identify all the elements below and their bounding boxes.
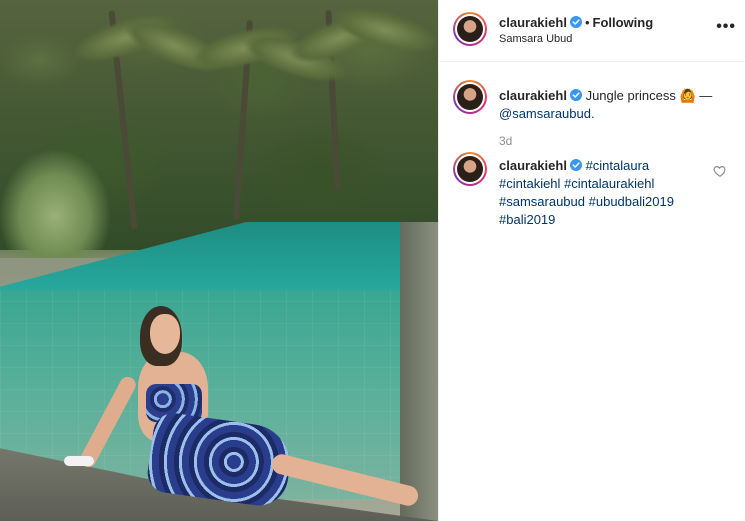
avatar-image — [457, 16, 483, 42]
comment-username[interactable]: claurakiehl — [499, 158, 567, 173]
post-header: claurakiehl • Following Samsara Ubud ••• — [439, 0, 745, 62]
hashtag-link[interactable]: #cintakiehl — [499, 176, 560, 191]
author-avatar[interactable] — [453, 12, 487, 46]
avatar-ring-inner — [455, 82, 485, 112]
caption-username[interactable]: claurakiehl — [499, 88, 567, 103]
avatar-image — [457, 156, 483, 182]
caption-timestamp[interactable]: 3d — [499, 134, 512, 148]
pool-edge — [400, 222, 438, 521]
hashtag-link[interactable]: #bali2019 — [499, 212, 555, 227]
separator-dot: • — [584, 15, 590, 30]
hashtag-link[interactable]: #samsaraubud — [499, 194, 585, 209]
tropical-plant — [0, 150, 110, 260]
header-line: claurakiehl • Following — [499, 15, 653, 30]
post-sidebar: claurakiehl • Following Samsara Ubud ••• c… — [438, 0, 745, 521]
location-link[interactable]: Samsara Ubud — [499, 33, 572, 45]
verified-badge-icon — [569, 159, 582, 171]
heart-icon[interactable] — [713, 164, 727, 178]
sunglasses — [64, 456, 94, 466]
verified-badge-icon — [569, 89, 582, 101]
follow-status-button[interactable]: Following — [593, 15, 654, 30]
hashtag-link[interactable]: #cintalaurakiehl — [564, 176, 654, 191]
avatar-ring-inner — [455, 154, 485, 184]
caption-text: claurakiehl Jungle princess 🙆 — @samsara… — [499, 87, 729, 123]
woman-face — [150, 314, 180, 354]
avatar-ring-inner — [455, 14, 485, 44]
caption-body: Jungle princess 🙆 — — [585, 88, 713, 103]
hashtag-link[interactable]: #ubudbali2019 — [589, 194, 674, 209]
avatar-image — [457, 84, 483, 110]
more-options-icon[interactable]: ••• — [716, 19, 736, 35]
caption-avatar[interactable] — [453, 80, 487, 114]
caption-mention-link[interactable]: @samsaraubud. — [499, 106, 595, 121]
author-username[interactable]: claurakiehl — [499, 15, 567, 30]
comment-text: claurakiehl #cintalaura #cintakiehl #cin… — [499, 157, 709, 229]
verified-badge-icon — [569, 16, 582, 28]
hashtag-link[interactable]: #cintalaura — [586, 158, 650, 173]
comment-avatar[interactable] — [453, 152, 487, 186]
post-photo[interactable] — [0, 0, 438, 521]
